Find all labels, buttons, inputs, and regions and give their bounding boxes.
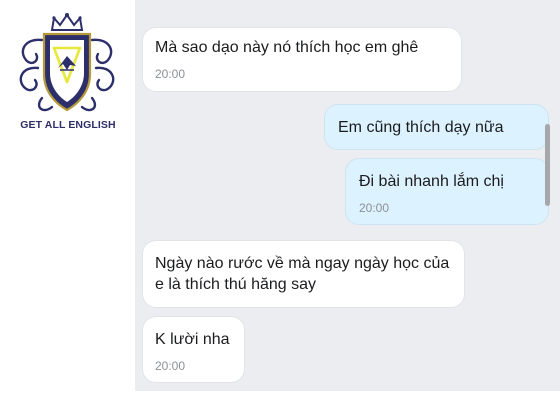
message-bubble-incoming[interactable]: Ngày nào rước về mà ngay ngày học của e … xyxy=(142,240,465,308)
logo-area: GET ALL ENGLISH xyxy=(0,0,135,400)
message-text: Em cũng thích dạy nữa xyxy=(338,119,504,136)
chat-scrollbar[interactable] xyxy=(545,124,550,206)
message-text: Mà sao dạo này nó thích học em ghê xyxy=(155,39,419,56)
get-all-english-crest-icon xyxy=(19,13,115,112)
message-timestamp: 20:00 xyxy=(155,67,186,81)
message-bubble-outgoing[interactable]: Đi bài nhanh lắm chị 20:00 xyxy=(345,158,549,225)
chat-area[interactable]: Mà sao dạo này nó thích học em ghê 20:00… xyxy=(135,0,560,400)
message-bubble-incoming[interactable]: K lười nha 20:00 xyxy=(142,316,245,383)
message-bubble-outgoing[interactable]: Em cũng thích dạy nữa xyxy=(324,104,549,150)
message-text: Ngày nào rước về mà ngay ngày học của e … xyxy=(155,255,450,293)
message-timestamp: 20:00 xyxy=(155,359,186,373)
logo-text: GET ALL ENGLISH xyxy=(20,119,116,131)
message-timestamp: 20:00 xyxy=(359,201,390,215)
message-text: Đi bài nhanh lắm chị xyxy=(359,173,504,190)
bottom-strip xyxy=(135,391,560,400)
message-text: K lười nha xyxy=(155,331,230,348)
message-bubble-incoming[interactable]: Mà sao dạo này nó thích học em ghê 20:00 xyxy=(142,27,462,92)
